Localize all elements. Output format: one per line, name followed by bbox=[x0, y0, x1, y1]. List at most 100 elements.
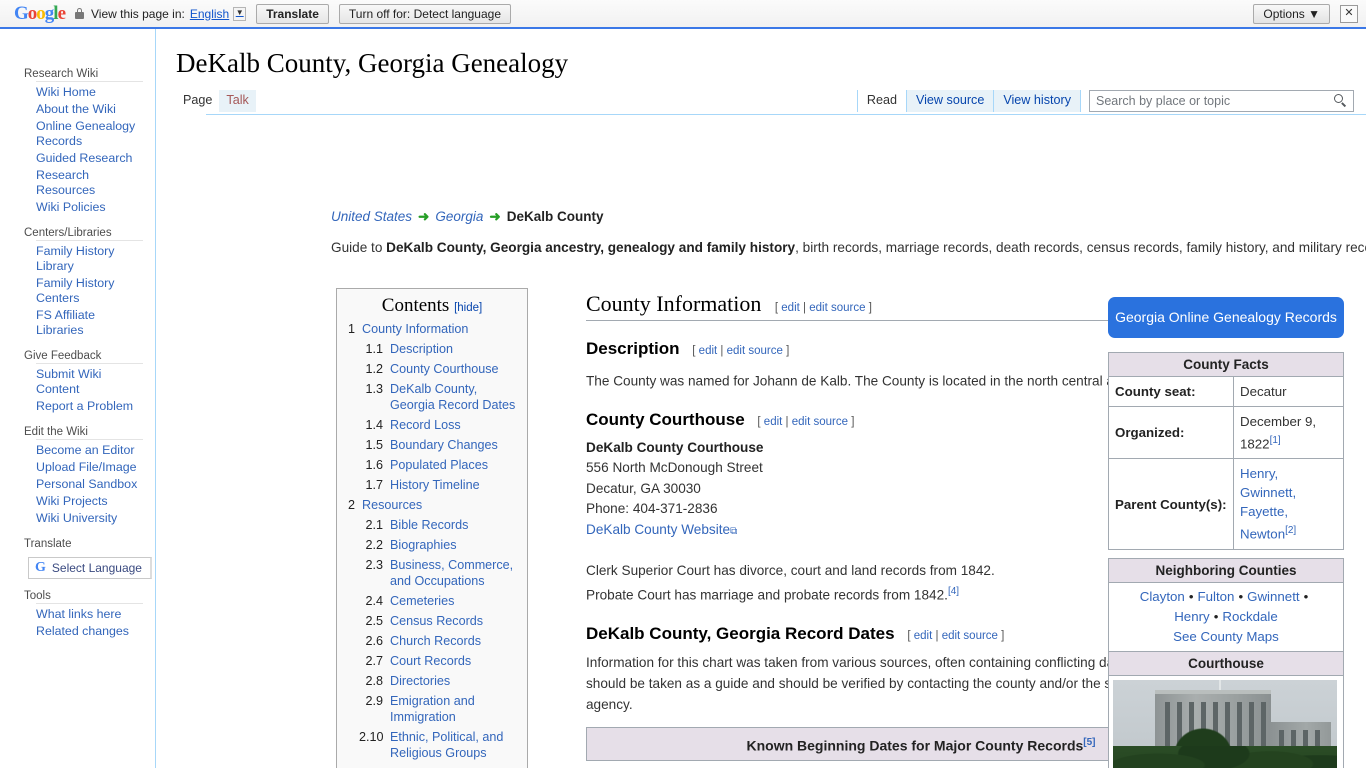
toc-link-county-information[interactable]: County Information bbox=[362, 321, 468, 337]
toc-link-resources[interactable]: Resources bbox=[362, 497, 422, 513]
tab-view-source[interactable]: View source bbox=[906, 90, 995, 113]
toc-link-description[interactable]: Description bbox=[390, 341, 453, 357]
georgia-online-genealogy-records-button[interactable]: Georgia Online Genealogy Records bbox=[1108, 297, 1344, 338]
edit-source-link[interactable]: edit source bbox=[809, 302, 865, 314]
edit-link[interactable]: edit bbox=[781, 302, 800, 314]
intro-bold: DeKalb County, Georgia ancestry, genealo… bbox=[386, 240, 796, 255]
reference-4[interactable]: [4] bbox=[948, 586, 959, 597]
sidebar-item-family-history-centers[interactable]: Family History Centers bbox=[36, 275, 143, 307]
edit-link[interactable]: edit bbox=[699, 345, 718, 357]
toc-item: 2.2 Biographies bbox=[345, 537, 519, 553]
neighbor-clayton[interactable]: Clayton bbox=[1140, 589, 1185, 604]
sidebar-item-research-resources[interactable]: Research Resources bbox=[36, 167, 143, 199]
translate-language-select[interactable]: English ▼ bbox=[190, 6, 247, 21]
toc-link-court-records[interactable]: Court Records bbox=[390, 653, 471, 669]
parent-county-henry[interactable]: Henry, bbox=[1240, 466, 1278, 481]
search-icon[interactable] bbox=[1334, 94, 1347, 108]
reference-5[interactable]: [5] bbox=[1083, 737, 1095, 748]
search-box[interactable] bbox=[1089, 90, 1354, 113]
sidebar-item-what-links-here[interactable]: What links here bbox=[36, 606, 143, 623]
sidebar-item-family-history-library[interactable]: Family History Library bbox=[36, 243, 143, 275]
tab-talk[interactable]: Talk bbox=[219, 90, 256, 113]
neighbor-henry[interactable]: Henry bbox=[1174, 609, 1209, 624]
neighbor-fulton[interactable]: Fulton bbox=[1197, 589, 1234, 604]
toc-link-boundary-changes[interactable]: Boundary Changes bbox=[390, 437, 498, 453]
sidebar-item-upload-file-image[interactable]: Upload File/Image bbox=[36, 459, 143, 476]
turn-off-translate-button[interactable]: Turn off for: Detect language bbox=[338, 3, 511, 24]
reference-1[interactable]: [1] bbox=[1270, 435, 1281, 446]
edit-link[interactable]: edit bbox=[764, 416, 783, 428]
toc-link-bible-records[interactable]: Bible Records bbox=[390, 517, 468, 533]
courthouse-city: Decatur, GA 30030 bbox=[586, 480, 701, 496]
sidebar-item-report-a-problem[interactable]: Report a Problem bbox=[36, 398, 143, 415]
edit-link[interactable]: edit bbox=[914, 630, 933, 642]
parent-county-fayette[interactable]: Fayette, bbox=[1240, 504, 1288, 519]
toc-title: Contents [hide] bbox=[345, 295, 519, 317]
toc-hide-button[interactable]: [hide] bbox=[454, 302, 482, 314]
sidebar-item-guided-research[interactable]: Guided Research bbox=[36, 150, 143, 167]
reference-2[interactable]: [2] bbox=[1285, 525, 1296, 536]
translate-button[interactable]: Translate bbox=[256, 3, 329, 24]
toc-link-history-timeline[interactable]: History Timeline bbox=[390, 477, 480, 493]
courthouse-website-link[interactable]: DeKalb County Website⧉ bbox=[586, 522, 737, 537]
sidebar-item-personal-sandbox[interactable]: Personal Sandbox bbox=[36, 476, 143, 493]
breadcrumb-united-states[interactable]: United States bbox=[331, 209, 412, 224]
sidebar-item-submit-wiki-content[interactable]: Submit Wiki Content bbox=[36, 366, 143, 398]
parent-county-newton[interactable]: Newton bbox=[1240, 527, 1285, 542]
toc-title-label: Contents bbox=[381, 295, 450, 316]
toc-number: 2.2 bbox=[365, 538, 383, 552]
toc-link-populated-places[interactable]: Populated Places bbox=[390, 457, 488, 473]
close-icon[interactable]: ✕ bbox=[1340, 4, 1358, 23]
arrow-right-icon: ➜ bbox=[489, 209, 501, 224]
toc-link-business-commerce[interactable]: Business, Commerce, and Occupations bbox=[390, 557, 519, 589]
breadcrumb-georgia[interactable]: Georgia bbox=[435, 209, 483, 224]
county-facts-heading: County Facts bbox=[1108, 352, 1344, 377]
sidebar-section-give-feedback: Give Feedback Submit Wiki Content Report… bbox=[0, 350, 155, 415]
search-input[interactable] bbox=[1090, 91, 1328, 112]
toc-link-emigration-immigration[interactable]: Emigration and Immigration bbox=[390, 693, 519, 725]
toc-item: 1.6 Populated Places bbox=[345, 457, 519, 473]
sidebar-item-fs-affiliate-libraries[interactable]: FS Affiliate Libraries bbox=[36, 307, 143, 339]
neighbor-gwinnett[interactable]: Gwinnett bbox=[1247, 589, 1299, 604]
sidebar-item-related-changes[interactable]: Related changes bbox=[36, 623, 143, 640]
tab-view-history[interactable]: View history bbox=[994, 90, 1081, 113]
toc-link-census-records[interactable]: Census Records bbox=[390, 613, 483, 629]
edit-links: [ edit | edit source ] bbox=[907, 629, 1005, 642]
chevron-down-icon[interactable]: ▼ bbox=[233, 6, 247, 21]
edit-source-link[interactable]: edit source bbox=[942, 630, 998, 642]
sidebar-section-translate: Translate G Select Language bbox=[0, 538, 155, 579]
edit-source-link[interactable]: edit source bbox=[727, 345, 783, 357]
toc-link-ethnic-political-religious[interactable]: Ethnic, Political, and Religious Groups bbox=[390, 729, 519, 761]
sidebar-item-wiki-home[interactable]: Wiki Home bbox=[36, 84, 143, 101]
sidebar-item-wiki-policies[interactable]: Wiki Policies bbox=[36, 199, 143, 216]
toc-link-directories[interactable]: Directories bbox=[390, 673, 450, 689]
toc-link-biographies[interactable]: Biographies bbox=[390, 537, 457, 553]
toc-link-church-records[interactable]: Church Records bbox=[390, 633, 481, 649]
toc-link-county-courthouse[interactable]: County Courthouse bbox=[390, 361, 499, 377]
sidebar-item-become-an-editor[interactable]: Become an Editor bbox=[36, 442, 143, 459]
toc-number: 2.10 bbox=[359, 730, 384, 744]
sidebar-item-online-genealogy-records[interactable]: Online Genealogy Records bbox=[36, 118, 143, 150]
table-row bbox=[1108, 674, 1344, 768]
see-county-maps-link[interactable]: See County Maps bbox=[1173, 629, 1279, 644]
toc-link-record-loss[interactable]: Record Loss bbox=[390, 417, 461, 433]
parent-county-gwinnett[interactable]: Gwinnett, bbox=[1240, 485, 1296, 500]
separator-dot: • bbox=[1188, 588, 1194, 604]
sidebar-item-wiki-university[interactable]: Wiki University bbox=[36, 510, 143, 527]
toc-item: 2.8 Directories bbox=[345, 673, 519, 689]
edit-source-link[interactable]: edit source bbox=[792, 416, 848, 428]
tab-read[interactable]: Read bbox=[856, 90, 907, 113]
sidebar-item-wiki-projects[interactable]: Wiki Projects bbox=[36, 493, 143, 510]
sidebar-heading: Centers/Libraries bbox=[24, 227, 112, 239]
courthouse-name: DeKalb County Courthouse bbox=[586, 439, 764, 455]
toc-link-record-dates[interactable]: DeKalb County, Georgia Record Dates bbox=[390, 381, 519, 413]
select-language-widget[interactable]: G Select Language bbox=[28, 557, 152, 579]
tab-page[interactable]: Page bbox=[176, 90, 220, 113]
toc-item: 2.4 Cemeteries bbox=[345, 593, 519, 609]
neighbor-rockdale[interactable]: Rockdale bbox=[1222, 609, 1277, 624]
translate-options-button[interactable]: Options ▼ bbox=[1253, 3, 1330, 24]
select-language-label: Select Language bbox=[51, 561, 142, 575]
toc-link-cemeteries[interactable]: Cemeteries bbox=[390, 593, 454, 609]
sidebar-item-about-the-wiki[interactable]: About the Wiki bbox=[36, 101, 143, 118]
organized-value: December 9, 1822[1] bbox=[1233, 405, 1344, 460]
